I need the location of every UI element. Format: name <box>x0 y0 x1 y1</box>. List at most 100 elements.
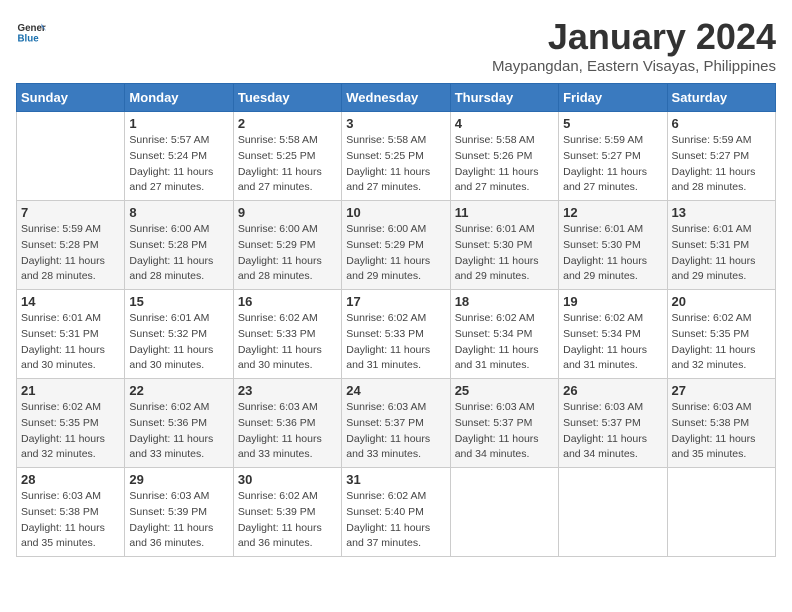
day-info: Sunrise: 6:02 AMSunset: 5:33 PMDaylight:… <box>238 311 337 374</box>
day-info: Sunrise: 6:03 AMSunset: 5:38 PMDaylight:… <box>672 400 771 463</box>
day-number: 29 <box>129 472 228 487</box>
location: Maypangdan, Eastern Visayas, Philippines <box>492 58 776 75</box>
day-number: 1 <box>129 116 228 131</box>
day-number: 7 <box>21 205 120 220</box>
calendar-table: SundayMondayTuesdayWednesdayThursdayFrid… <box>16 83 776 557</box>
day-info: Sunrise: 6:02 AMSunset: 5:36 PMDaylight:… <box>129 400 228 463</box>
calendar-day-cell: 10 Sunrise: 6:00 AMSunset: 5:29 PMDayligh… <box>342 201 450 290</box>
calendar-week-row: 28Sunrise: 6:03 AMSunset: 5:38 PMDayligh… <box>17 468 776 557</box>
day-number: 10 <box>346 205 445 220</box>
calendar-day-cell: 4 Sunrise: 5:58 AMSunset: 5:26 PMDaylight… <box>450 112 558 201</box>
calendar-day-cell <box>450 468 558 557</box>
day-info: Sunrise: 6:01 AMSunset: 5:31 PMDaylight:… <box>21 311 120 374</box>
calendar-day-cell <box>667 468 775 557</box>
page-header: General Blue January 2024 Maypangdan, Ea… <box>16 16 776 75</box>
calendar-day-cell: 2Sunrise: 5:58 AMSunset: 5:25 PMDaylight… <box>233 112 341 201</box>
day-info: Sunrise: 6:02 AMSunset: 5:33 PMDaylight:… <box>346 311 445 374</box>
calendar-day-cell: 18Sunrise: 6:02 AMSunset: 5:34 PMDayligh… <box>450 290 558 379</box>
day-info: Sunrise: 5:59 AMSunset: 5:27 PMDaylight:… <box>672 133 771 196</box>
title-block: January 2024 Maypangdan, Eastern Visayas… <box>492 16 776 75</box>
calendar-day-cell: 13 Sunrise: 6:01 AMSunset: 5:31 PMDayligh… <box>667 201 775 290</box>
day-number: 19 <box>563 294 662 309</box>
calendar-day-cell: 29 Sunrise: 6:03 AMSunset: 5:39 PMDayligh… <box>125 468 233 557</box>
weekday-header-cell: Monday <box>125 84 233 112</box>
calendar-day-cell: 15 Sunrise: 6:01 AMSunset: 5:32 PMDayligh… <box>125 290 233 379</box>
weekday-header-cell: Sunday <box>17 84 125 112</box>
day-info: Sunrise: 6:03 AMSunset: 5:39 PMDaylight:… <box>129 489 228 552</box>
day-info: Sunrise: 6:00 AMSunset: 5:29 PMDaylight:… <box>346 222 445 285</box>
day-number: 24 <box>346 383 445 398</box>
day-info: Sunrise: 5:59 AMSunset: 5:28 PMDaylight:… <box>21 222 120 285</box>
day-number: 6 <box>672 116 771 131</box>
calendar-day-cell: 22 Sunrise: 6:02 AMSunset: 5:36 PMDayligh… <box>125 379 233 468</box>
day-info: Sunrise: 6:00 AMSunset: 5:29 PMDaylight:… <box>238 222 337 285</box>
day-info: Sunrise: 5:58 AMSunset: 5:26 PMDaylight:… <box>455 133 554 196</box>
calendar-day-cell: 3Sunrise: 5:58 AMSunset: 5:25 PMDaylight… <box>342 112 450 201</box>
day-number: 9 <box>238 205 337 220</box>
weekday-header-cell: Saturday <box>667 84 775 112</box>
calendar-day-cell: 16Sunrise: 6:02 AMSunset: 5:33 PMDayligh… <box>233 290 341 379</box>
day-number: 27 <box>672 383 771 398</box>
calendar-day-cell: 26 Sunrise: 6:03 AMSunset: 5:37 PMDayligh… <box>559 379 667 468</box>
calendar-day-cell: 11 Sunrise: 6:01 AMSunset: 5:30 PMDayligh… <box>450 201 558 290</box>
day-number: 14 <box>21 294 120 309</box>
day-number: 23 <box>238 383 337 398</box>
day-info: Sunrise: 5:58 AMSunset: 5:25 PMDaylight:… <box>346 133 445 196</box>
day-info: Sunrise: 6:02 AMSunset: 5:39 PMDaylight:… <box>238 489 337 552</box>
day-number: 30 <box>238 472 337 487</box>
day-number: 31 <box>346 472 445 487</box>
day-info: Sunrise: 6:02 AMSunset: 5:35 PMDaylight:… <box>672 311 771 374</box>
calendar-day-cell <box>17 112 125 201</box>
day-info: Sunrise: 6:02 AMSunset: 5:34 PMDaylight:… <box>563 311 662 374</box>
day-info: Sunrise: 6:01 AMSunset: 5:30 PMDaylight:… <box>455 222 554 285</box>
calendar-day-cell: 31Sunrise: 6:02 AMSunset: 5:40 PMDayligh… <box>342 468 450 557</box>
calendar-day-cell: 14 Sunrise: 6:01 AMSunset: 5:31 PMDayligh… <box>17 290 125 379</box>
day-number: 12 <box>563 205 662 220</box>
calendar-day-cell: 8 Sunrise: 6:00 AMSunset: 5:28 PMDaylight… <box>125 201 233 290</box>
calendar-day-cell: 20 Sunrise: 6:02 AMSunset: 5:35 PMDayligh… <box>667 290 775 379</box>
day-number: 4 <box>455 116 554 131</box>
day-info: Sunrise: 6:03 AMSunset: 5:37 PMDaylight:… <box>455 400 554 463</box>
calendar-day-cell: 9 Sunrise: 6:00 AMSunset: 5:29 PMDaylight… <box>233 201 341 290</box>
calendar-day-cell <box>559 468 667 557</box>
logo-icon: General Blue <box>16 16 46 46</box>
calendar-week-row: 21Sunrise: 6:02 AMSunset: 5:35 PMDayligh… <box>17 379 776 468</box>
calendar-body: 1 Sunrise: 5:57 AMSunset: 5:24 PMDaylight… <box>17 112 776 557</box>
day-number: 20 <box>672 294 771 309</box>
day-info: Sunrise: 6:01 AMSunset: 5:31 PMDaylight:… <box>672 222 771 285</box>
calendar-day-cell: 30 Sunrise: 6:02 AMSunset: 5:39 PMDayligh… <box>233 468 341 557</box>
weekday-header-cell: Thursday <box>450 84 558 112</box>
calendar-day-cell: 27 Sunrise: 6:03 AMSunset: 5:38 PMDayligh… <box>667 379 775 468</box>
weekday-header-row: SundayMondayTuesdayWednesdayThursdayFrid… <box>17 84 776 112</box>
day-info: Sunrise: 6:00 AMSunset: 5:28 PMDaylight:… <box>129 222 228 285</box>
calendar-day-cell: 7 Sunrise: 5:59 AMSunset: 5:28 PMDaylight… <box>17 201 125 290</box>
day-info: Sunrise: 6:03 AMSunset: 5:36 PMDaylight:… <box>238 400 337 463</box>
calendar-day-cell: 19 Sunrise: 6:02 AMSunset: 5:34 PMDayligh… <box>559 290 667 379</box>
day-info: Sunrise: 6:03 AMSunset: 5:37 PMDaylight:… <box>346 400 445 463</box>
calendar-day-cell: 17 Sunrise: 6:02 AMSunset: 5:33 PMDayligh… <box>342 290 450 379</box>
svg-text:Blue: Blue <box>18 34 40 45</box>
weekday-header-cell: Wednesday <box>342 84 450 112</box>
day-info: Sunrise: 6:01 AMSunset: 5:32 PMDaylight:… <box>129 311 228 374</box>
month-title: January 2024 <box>492 16 776 58</box>
calendar-day-cell: 5 Sunrise: 5:59 AMSunset: 5:27 PMDaylight… <box>559 112 667 201</box>
calendar-day-cell: 25Sunrise: 6:03 AMSunset: 5:37 PMDayligh… <box>450 379 558 468</box>
calendar-day-cell: 6 Sunrise: 5:59 AMSunset: 5:27 PMDaylight… <box>667 112 775 201</box>
day-info: Sunrise: 5:57 AMSunset: 5:24 PMDaylight:… <box>129 133 228 196</box>
calendar-week-row: 7 Sunrise: 5:59 AMSunset: 5:28 PMDaylight… <box>17 201 776 290</box>
day-number: 5 <box>563 116 662 131</box>
day-info: Sunrise: 6:02 AMSunset: 5:35 PMDaylight:… <box>21 400 120 463</box>
day-number: 26 <box>563 383 662 398</box>
calendar-week-row: 14 Sunrise: 6:01 AMSunset: 5:31 PMDayligh… <box>17 290 776 379</box>
day-info: Sunrise: 6:03 AMSunset: 5:37 PMDaylight:… <box>563 400 662 463</box>
weekday-header-cell: Tuesday <box>233 84 341 112</box>
day-number: 13 <box>672 205 771 220</box>
day-number: 15 <box>129 294 228 309</box>
day-number: 8 <box>129 205 228 220</box>
day-number: 17 <box>346 294 445 309</box>
day-number: 22 <box>129 383 228 398</box>
day-info: Sunrise: 5:59 AMSunset: 5:27 PMDaylight:… <box>563 133 662 196</box>
day-number: 2 <box>238 116 337 131</box>
day-number: 11 <box>455 205 554 220</box>
calendar-day-cell: 12Sunrise: 6:01 AMSunset: 5:30 PMDayligh… <box>559 201 667 290</box>
